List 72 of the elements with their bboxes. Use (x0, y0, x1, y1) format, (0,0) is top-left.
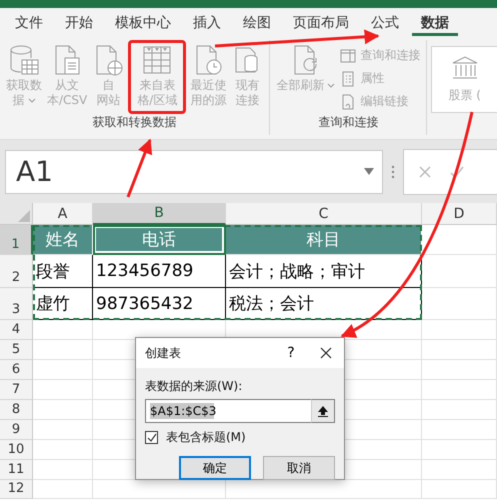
table-cell[interactable]: 姓名 (33, 225, 93, 255)
ribbon-tab[interactable]: 开始 (56, 10, 102, 36)
empty-cell[interactable] (422, 360, 497, 380)
group-label: 查询和连接 (317, 114, 380, 131)
column-header[interactable]: C (226, 203, 422, 225)
empty-cell[interactable] (422, 380, 497, 400)
empty-cell[interactable] (422, 400, 497, 420)
dropdown-caret-icon (327, 82, 336, 89)
column-header[interactable]: D (422, 203, 497, 225)
table-cell[interactable]: 会计；战略；审计 (226, 255, 422, 288)
column-header[interactable]: A (33, 203, 93, 225)
name-box[interactable]: A1 (5, 150, 383, 194)
dialog-title: 创建表 (145, 344, 182, 362)
empty-cell[interactable] (422, 320, 497, 340)
empty-cell[interactable] (422, 480, 497, 499)
empty-cell[interactable] (422, 255, 497, 288)
dialog-button[interactable]: 确定 (179, 456, 251, 480)
table-cell[interactable]: 电话 (93, 225, 226, 255)
ribbon-tab[interactable]: 页面布局 (284, 10, 358, 36)
table-cell[interactable]: 123456789 (93, 255, 226, 288)
dropdown-caret-icon[interactable] (364, 168, 374, 175)
table-icon (141, 44, 174, 76)
row-header[interactable]: 1 (0, 225, 33, 255)
ribbon-tab[interactable]: 模板中心 (106, 10, 180, 36)
cancel-icon[interactable] (418, 164, 432, 178)
bank-icon (450, 55, 479, 81)
dialog-button[interactable]: 取消 (263, 456, 335, 480)
link-file-icon (340, 94, 356, 110)
range-field[interactable]: $A$1:$C$3 (145, 399, 311, 423)
ribbon-tab[interactable]: 数据 (412, 10, 458, 36)
row-header[interactable]: 6 (0, 360, 33, 380)
empty-cell[interactable] (422, 460, 497, 480)
collapse-dialog-button[interactable] (311, 399, 335, 423)
group-label: 获取和转换数据 (92, 114, 178, 131)
row-header[interactable]: 12 (0, 480, 33, 499)
table-cell[interactable]: 科目 (226, 225, 422, 255)
row-header[interactable]: 5 (0, 340, 33, 360)
ribbon-tab[interactable]: 绘图 (234, 10, 280, 36)
database-table-icon (8, 44, 40, 76)
dropdown-caret-icon (28, 98, 36, 104)
table-cell[interactable]: 税法；会计 (226, 288, 422, 320)
drag-handle-icon[interactable] (391, 164, 395, 178)
row-header[interactable]: 11 (0, 460, 33, 480)
checkbox[interactable] (145, 431, 158, 444)
table-cell[interactable]: 987365432 (93, 288, 226, 320)
check-icon[interactable] (450, 164, 464, 178)
annotation-arrow (126, 138, 152, 198)
select-all-icon[interactable] (18, 210, 30, 222)
empty-cell[interactable] (422, 340, 497, 360)
close-icon[interactable] (320, 347, 332, 359)
field-label: 表数据的来源(W): (145, 378, 244, 395)
ribbon-tab[interactable]: 插入 (184, 10, 230, 36)
empty-cell[interactable] (422, 420, 497, 440)
properties-icon (340, 70, 356, 86)
pane-icon (340, 48, 356, 64)
row-header[interactable]: 10 (0, 440, 33, 460)
row-header[interactable]: 7 (0, 380, 33, 400)
help-button[interactable]: ? (276, 345, 306, 361)
table-cell[interactable]: 虚竹 (33, 288, 93, 320)
arrow-up-icon (318, 406, 328, 416)
row-header[interactable]: 9 (0, 420, 33, 440)
row-header[interactable]: 4 (0, 320, 33, 340)
empty-cell[interactable] (422, 288, 497, 320)
empty-cell[interactable] (422, 440, 497, 460)
table-cell[interactable]: 段誉 (33, 255, 93, 288)
column-header[interactable]: B (93, 203, 226, 225)
row-header[interactable]: 2 (0, 255, 33, 288)
ribbon-tab[interactable]: 公式 (362, 10, 408, 36)
ribbon-tab[interactable]: 文件 (6, 10, 52, 36)
row-header[interactable]: 3 (0, 288, 33, 320)
checkbox-label: 表包含标题(M) (166, 429, 246, 446)
row-header[interactable]: 8 (0, 400, 33, 420)
